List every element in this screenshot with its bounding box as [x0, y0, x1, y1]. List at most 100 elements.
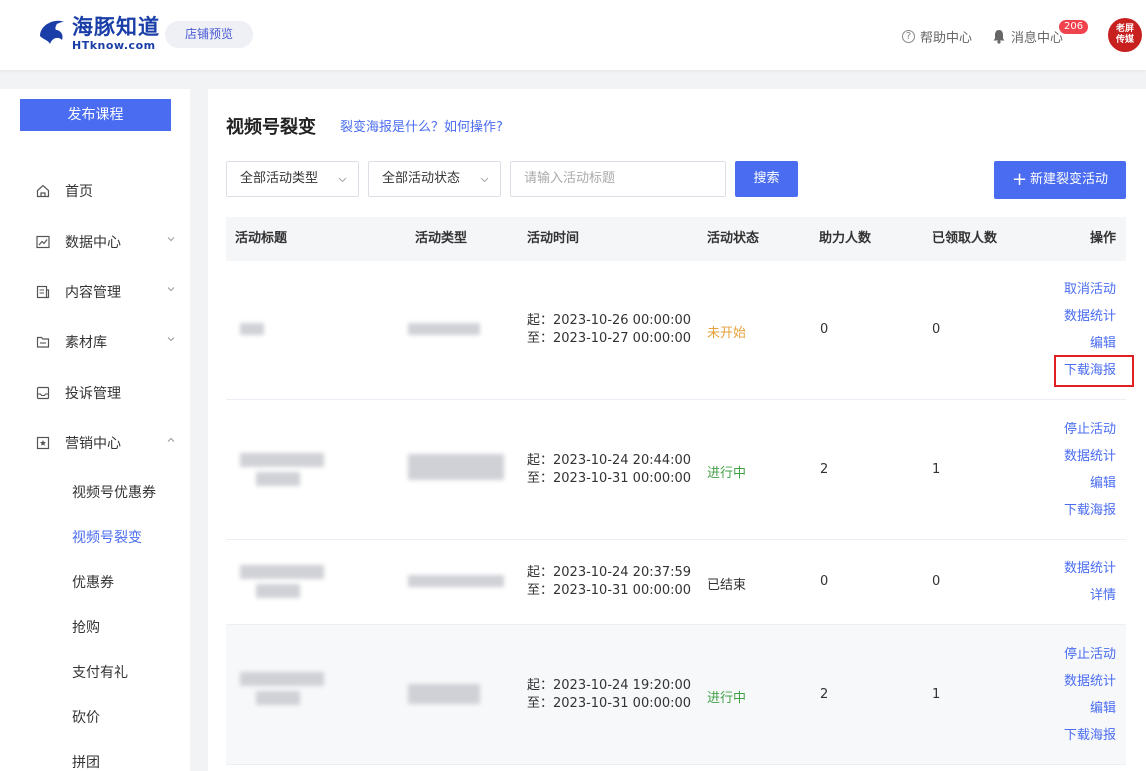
helpers-count: 0 — [820, 322, 829, 337]
row-actions: 数据统计 详情 — [1064, 555, 1116, 609]
chart-icon — [36, 235, 50, 249]
sidebar-item-label: 内容管理 — [65, 285, 121, 301]
sidebar-item-complaints[interactable]: 投诉管理 — [36, 381, 176, 405]
search-input[interactable]: 请输入活动标题 — [510, 161, 726, 197]
sidebar-item-content[interactable]: 内容管理 — [36, 280, 176, 304]
row-actions: 停止活动 数据统计 编辑 下载海报 — [1064, 416, 1116, 524]
sidebar-item-marketing[interactable]: 营销中心 — [36, 431, 176, 455]
edit-link[interactable]: 编辑 — [1064, 470, 1116, 497]
activity-status-select[interactable]: 全部活动状态 — [368, 161, 501, 197]
blurred-title — [240, 323, 264, 335]
activity-time: 起：2023-10-26 00:00:00 至：2023-10-27 00:00… — [527, 312, 691, 348]
sidebar-subitem-bargain[interactable]: 砍价 — [72, 707, 100, 727]
help-center-link[interactable]: ? 帮助中心 — [902, 27, 972, 46]
inbox-icon — [36, 386, 50, 400]
blurred-title — [240, 453, 324, 467]
end-time: 至：2023-10-31 00:00:00 — [527, 583, 692, 598]
sidebar-subitem-video-fission[interactable]: 视频号裂变 — [72, 527, 142, 547]
document-icon — [36, 285, 50, 299]
store-preview-button[interactable]: 店铺预览 — [165, 21, 254, 48]
download-poster-link[interactable]: 下载海报 — [1064, 722, 1116, 749]
plus-icon: + — [1011, 169, 1028, 190]
download-poster-link[interactable]: 下载海报 — [1064, 497, 1116, 524]
page-title: 视频号裂变 — [226, 117, 316, 138]
sidebar-item-label: 素材库 — [65, 335, 107, 351]
end-time: 至：2023-10-27 00:00:00 — [527, 331, 692, 346]
sidebar-subitem-group-buy[interactable]: 拼团 — [72, 752, 100, 771]
end-time: 至：2023-10-31 00:00:00 — [527, 471, 692, 486]
data-stats-link[interactable]: 数据统计 — [1064, 668, 1116, 695]
end-time: 至：2023-10-31 00:00:00 — [527, 696, 692, 711]
sidebar-item-home[interactable]: 首页 — [36, 179, 176, 203]
sidebar-item-data-center[interactable]: 数据中心 — [36, 230, 176, 254]
chevron-down-icon — [167, 337, 175, 342]
sidebar-subitem-coupon[interactable]: 优惠券 — [72, 572, 114, 592]
blurred-title — [256, 584, 300, 598]
column-header-type: 活动类型 — [415, 231, 468, 246]
edit-link[interactable]: 编辑 — [1064, 695, 1116, 722]
blurred-type — [408, 575, 504, 587]
helpers-count: 2 — [820, 462, 829, 477]
new-button-label: 新建裂变活动 — [1030, 172, 1109, 187]
chevron-down-icon — [167, 237, 175, 242]
data-stats-link[interactable]: 数据统计 — [1064, 443, 1116, 470]
row-actions: 停止活动 数据统计 编辑 下载海报 — [1064, 641, 1116, 749]
chevron-up-icon — [167, 437, 175, 442]
home-icon — [36, 184, 50, 198]
sidebar-item-materials[interactable]: 素材库 — [36, 330, 176, 354]
activity-type-select[interactable]: 全部活动类型 — [226, 161, 359, 197]
fission-help-link[interactable]: 裂变海报是什么？如何操作? — [340, 116, 503, 135]
publish-course-button[interactable]: 发布课程 — [20, 99, 171, 131]
message-center-link[interactable]: 消息中心 206 — [992, 20, 1089, 46]
avatar[interactable]: 老屏 传媒 — [1108, 18, 1142, 52]
table-header: 活动标题 活动类型 活动时间 活动状态 助力人数 已领取人数 操作 — [226, 217, 1126, 261]
details-link[interactable]: 详情 — [1064, 582, 1116, 609]
blurred-title — [256, 472, 300, 486]
logo-title: 海豚知道 — [72, 15, 160, 39]
helpers-count: 2 — [820, 687, 829, 702]
sidebar: 发布课程 首页 数据中心 内容管理 素材库 投诉管理 营销中心 视频号优惠券 视… — [0, 89, 190, 771]
claimed-count: 0 — [932, 574, 941, 589]
start-time: 起：2023-10-24 20:44:00 — [527, 453, 692, 468]
chevron-down-icon — [480, 177, 489, 183]
sidebar-item-label: 数据中心 — [65, 235, 121, 251]
sidebar-subitem-flash-sale[interactable]: 抢购 — [72, 617, 100, 637]
start-time: 起：2023-10-24 19:20:00 — [527, 678, 692, 693]
status-badge: 未开始 — [707, 326, 747, 341]
column-header-helpers: 助力人数 — [819, 231, 872, 246]
activity-time: 起：2023-10-24 20:37:59 至：2023-10-31 00:00… — [527, 564, 691, 600]
activity-time: 起：2023-10-24 20:44:00 至：2023-10-31 00:00… — [527, 452, 691, 488]
activity-status-value: 全部活动状态 — [382, 171, 461, 186]
blurred-title — [256, 691, 300, 705]
blurred-title — [240, 565, 324, 579]
avatar-text-line2: 传媒 — [1115, 35, 1134, 45]
logo[interactable]: 海豚知道 HTknow.com — [36, 16, 160, 52]
column-header-time: 活动时间 — [527, 231, 580, 246]
data-stats-link[interactable]: 数据统计 — [1064, 555, 1116, 582]
blurred-title — [240, 672, 324, 686]
chevron-down-icon — [167, 287, 175, 292]
start-time: 起：2023-10-24 20:37:59 — [527, 565, 692, 580]
chevron-down-icon — [338, 177, 347, 183]
stop-activity-link[interactable]: 停止活动 — [1064, 641, 1116, 668]
sidebar-subitem-payment-gift[interactable]: 支付有礼 — [72, 662, 128, 682]
sidebar-item-label: 首页 — [65, 184, 93, 200]
status-badge: 已结束 — [707, 578, 747, 593]
column-header-title: 活动标题 — [235, 231, 288, 246]
cancel-activity-link[interactable]: 取消活动 — [1064, 276, 1116, 303]
highlight-box — [1054, 355, 1134, 387]
new-fission-activity-button[interactable]: + 新建裂变活动 — [994, 161, 1126, 199]
sidebar-subitem-video-coupon[interactable]: 视频号优惠券 — [72, 482, 156, 502]
avatar-text-line1: 老屏 — [1115, 24, 1134, 34]
logo-subtitle: HTknow.com — [72, 39, 156, 52]
data-stats-link[interactable]: 数据统计 — [1064, 303, 1116, 330]
search-button[interactable]: 搜索 — [735, 161, 798, 197]
edit-link[interactable]: 编辑 — [1064, 330, 1116, 357]
main-panel: 视频号裂变 裂变海报是什么？如何操作? 全部活动类型 全部活动状态 请输入活动标… — [208, 89, 1146, 771]
blurred-type — [408, 323, 480, 335]
question-circle-icon: ? — [902, 30, 915, 43]
stop-activity-link[interactable]: 停止活动 — [1064, 416, 1116, 443]
table-row: 起：2023-10-24 20:44:00 至：2023-10-31 00:00… — [226, 400, 1126, 540]
blurred-type — [408, 684, 480, 704]
table-row: 起：2023-10-26 00:00:00 至：2023-10-27 00:00… — [226, 261, 1134, 400]
